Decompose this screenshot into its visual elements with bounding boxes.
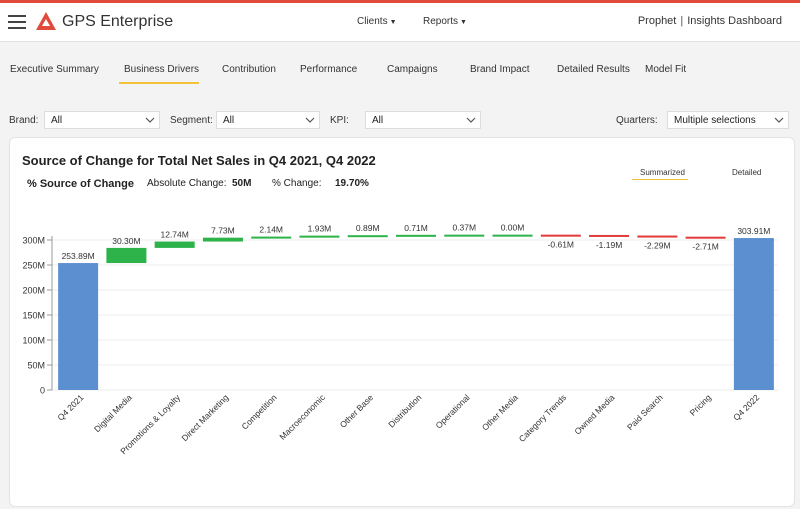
- waterfall-bar: [540, 234, 581, 237]
- data-label: 7.73M: [211, 226, 235, 236]
- x-tick-label: Digital Media: [92, 392, 134, 434]
- x-tick-label: Category Trends: [517, 392, 569, 444]
- y-tick-label: 150M: [22, 311, 45, 321]
- data-label: 2.14M: [259, 225, 283, 235]
- x-tick-label: Paid Search: [625, 392, 665, 432]
- waterfall-bar: [58, 263, 99, 390]
- y-tick-label: 250M: [22, 261, 45, 271]
- y-tick-label: 200M: [22, 286, 45, 296]
- y-tick-label: 100M: [22, 336, 45, 346]
- data-label: -1.19M: [596, 240, 622, 250]
- x-tick-label: Other Media: [480, 392, 520, 432]
- waterfall-bar: [347, 235, 388, 238]
- data-label: 253.89M: [62, 251, 95, 261]
- x-tick-label: Q4 2021: [55, 392, 85, 422]
- waterfall-bar: [154, 241, 195, 248]
- data-label: 30.30M: [112, 236, 140, 246]
- data-label: -2.71M: [692, 242, 718, 252]
- waterfall-bar: [492, 234, 533, 237]
- x-tick-label: Q4 2022: [731, 392, 761, 422]
- data-label: 0.89M: [356, 223, 380, 233]
- x-tick-label: Direct Marketing: [180, 392, 231, 443]
- waterfall-bar: [685, 236, 726, 239]
- x-tick-label: Pricing: [688, 392, 714, 418]
- data-label: 1.93M: [308, 224, 332, 234]
- x-tick-label: Competition: [239, 392, 278, 431]
- waterfall-bar: [251, 236, 292, 239]
- x-tick-label: Macroeconomic: [277, 392, 327, 442]
- waterfall-bar: [589, 234, 630, 237]
- y-tick-label: 50M: [27, 361, 45, 371]
- data-label: -2.29M: [644, 241, 670, 251]
- waterfall-chart: 0 50M 100M 150M 200M 250M 300M 253.89M Q4 2021 30…: [22, 223, 778, 456]
- x-tick-label: Operational: [434, 392, 472, 430]
- data-label: -0.61M: [548, 240, 574, 250]
- y-tick-label: 0: [40, 386, 45, 396]
- waterfall-bar: [299, 235, 340, 238]
- data-label: 0.71M: [404, 223, 428, 233]
- x-tick-label: Owned Media: [572, 392, 616, 436]
- waterfall-bar: [444, 234, 485, 237]
- waterfall-bar: [733, 238, 774, 390]
- data-label: 0.37M: [452, 223, 476, 233]
- x-tick-label: Other Base: [338, 392, 376, 430]
- waterfall-bar: [396, 234, 436, 237]
- y-tick-label: 300M: [22, 236, 45, 246]
- waterfall-bar: [637, 235, 678, 238]
- data-label: 0.00M: [501, 223, 525, 233]
- data-label: 303.91M: [737, 226, 770, 236]
- waterfall-bar: [202, 237, 243, 242]
- waterfall-bar: [106, 247, 147, 264]
- data-label: 12.74M: [160, 230, 188, 240]
- x-tick-label: Distribution: [386, 392, 423, 429]
